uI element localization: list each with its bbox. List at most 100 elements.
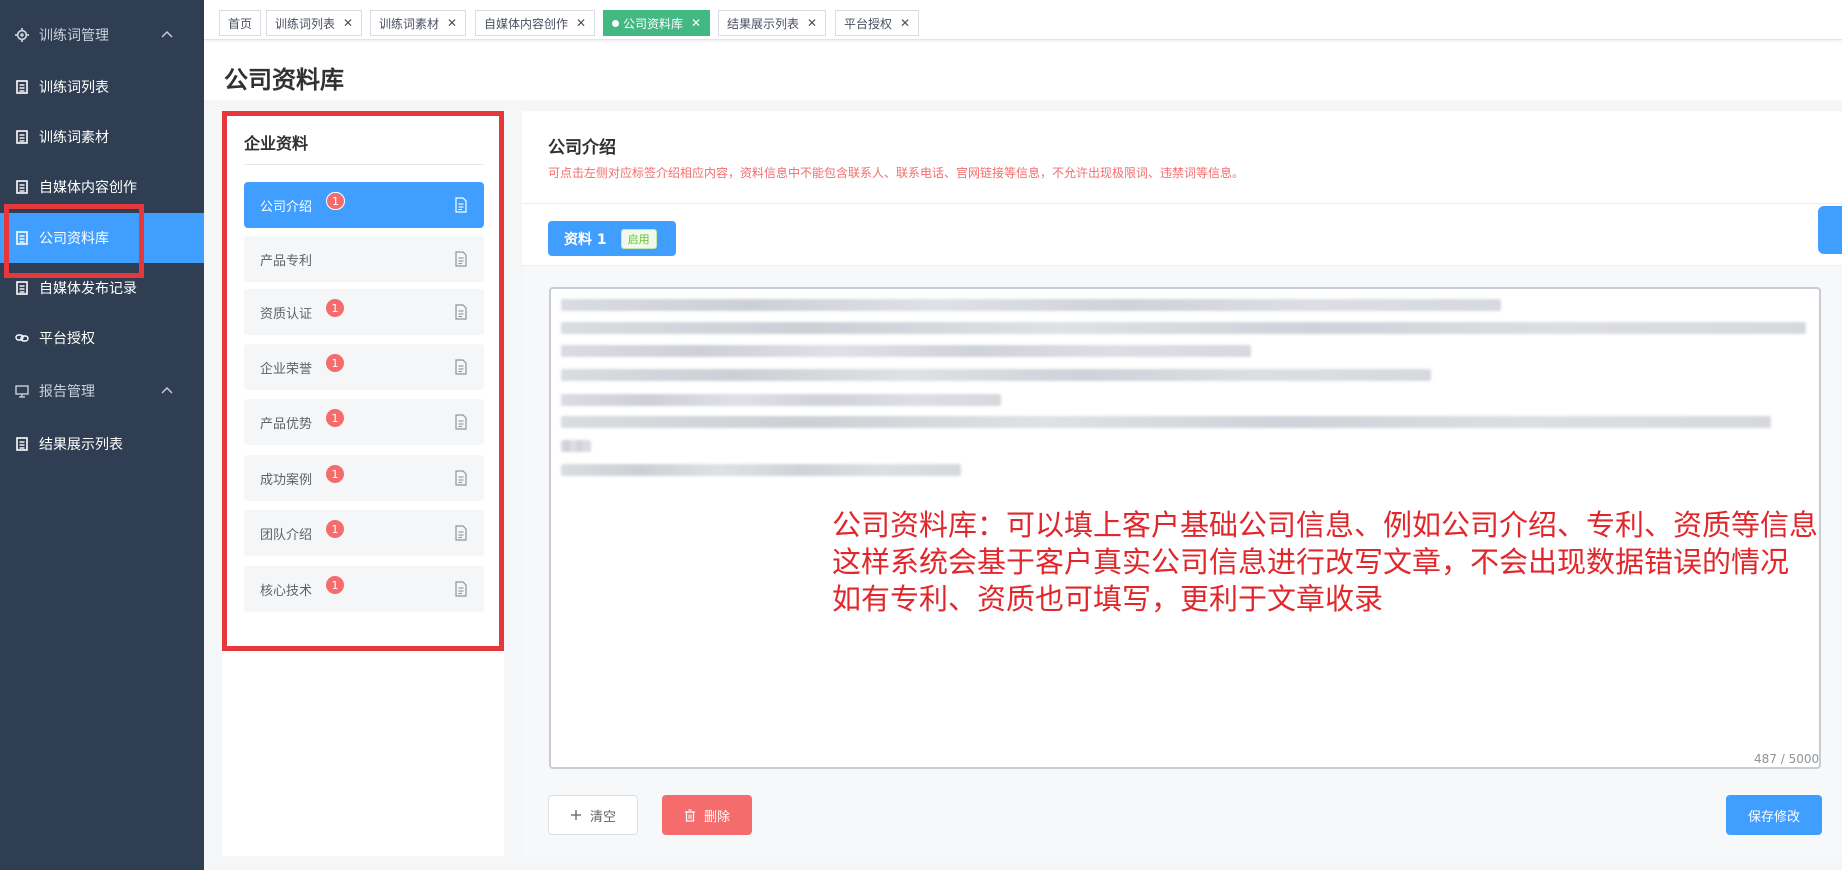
count-badge: 1 [326, 299, 345, 317]
category-label: 核心技术 [260, 583, 313, 599]
gear-icon [15, 28, 29, 42]
sidebar-item-platform-authorization[interactable]: 平台授权 [0, 313, 204, 363]
side-drawer-tab[interactable] [1818, 206, 1842, 254]
redacted-text-line [561, 394, 1001, 406]
sidebar-item-label: 结果展示列表 [39, 437, 123, 453]
category-item-core-tech[interactable]: 核心技术 1 [244, 566, 484, 612]
category-label: 公司介绍 [260, 199, 313, 215]
status-badge: 启用 [620, 228, 657, 249]
clear-button-label: 清空 [589, 809, 616, 825]
tag-label: 首页 [228, 16, 253, 31]
save-button[interactable]: 保存修改 [1726, 795, 1822, 835]
tag-label: 训练词素材 [379, 16, 440, 31]
document-icon [454, 525, 468, 541]
tag-media-content-creation[interactable]: 自媒体内容创作 ✕ [475, 10, 596, 36]
close-icon[interactable]: ✕ [807, 17, 817, 29]
count-badge: 1 [326, 192, 346, 210]
category-label: 企业荣誉 [260, 361, 313, 377]
sidebar-item-label: 训练词管理 [39, 28, 109, 44]
count-badge: 1 [326, 520, 345, 538]
sidebar-item-label: 自媒体发布记录 [39, 281, 137, 297]
close-icon[interactable]: ✕ [343, 17, 353, 29]
tag-result-list[interactable]: 结果展示列表 ✕ [718, 10, 827, 36]
sidebar-item-label: 平台授权 [39, 331, 95, 347]
tag-home[interactable]: 首页 [219, 10, 262, 36]
redacted-text-line [561, 369, 1431, 381]
category-label: 产品优势 [260, 416, 313, 432]
count-badge: 1 [326, 409, 345, 427]
category-label: 团队介绍 [260, 527, 313, 543]
document-icon [15, 130, 29, 144]
document-icon [15, 437, 29, 451]
resource-tab[interactable]: 资料 1 启用 [548, 221, 676, 256]
redacted-text-line [561, 345, 1251, 357]
tag-training-word-list[interactable]: 训练词列表 ✕ [266, 10, 363, 36]
redacted-text-line [561, 464, 961, 476]
category-item-team-intro[interactable]: 团队介绍 1 [244, 510, 484, 556]
close-icon[interactable]: ✕ [447, 17, 457, 29]
redacted-text-line [561, 440, 591, 452]
active-dot-icon [612, 19, 619, 27]
sidebar-item-label: 训练词列表 [39, 80, 109, 96]
divider [244, 164, 484, 165]
document-icon [454, 581, 468, 597]
annotation-line: 如有专利、资质也可填写，更利于文章收录 [832, 582, 1384, 616]
page-title: 公司资料库 [224, 66, 344, 94]
delete-button[interactable]: 删除 [662, 795, 752, 835]
document-icon [454, 470, 468, 486]
annotation-line: 公司资料库：可以填上客户基础公司信息、例如公司介绍、专利、资质等信息 [832, 508, 1819, 542]
document-icon [15, 80, 29, 94]
document-icon [454, 359, 468, 375]
category-label: 成功案例 [260, 472, 313, 488]
tag-label: 平台授权 [844, 16, 893, 31]
sidebar-item-training-word-management[interactable]: 训练词管理 [0, 10, 204, 60]
sidebar-item-result-list[interactable]: 结果展示列表 [0, 419, 204, 469]
sidebar-item-company-library[interactable]: 公司资料库 [0, 213, 204, 263]
sidebar-item-media-content-creation[interactable]: 自媒体内容创作 [0, 162, 204, 212]
chevron-up-icon [160, 384, 174, 398]
tag-label: 结果展示列表 [727, 16, 800, 31]
document-icon [454, 251, 468, 267]
save-button-label: 保存修改 [1747, 809, 1800, 825]
tag-platform-authorization[interactable]: 平台授权 ✕ [835, 10, 920, 36]
close-icon[interactable]: ✕ [576, 17, 586, 29]
category-item-success-cases[interactable]: 成功案例 1 [244, 455, 484, 501]
document-icon [15, 281, 29, 295]
tag-label: 训练词列表 [275, 16, 336, 31]
count-badge: 1 [326, 465, 345, 483]
char-count: 487 / 5000 [1754, 752, 1820, 766]
close-icon[interactable]: ✕ [900, 17, 910, 29]
clear-button[interactable]: 清空 [548, 795, 638, 835]
plus-icon [570, 809, 582, 821]
tag-label: 公司资料库 [623, 16, 684, 31]
annotation-line: 这样系统会基于客户真实公司信息进行改写文章，不会出现数据错误的情况 [832, 545, 1790, 579]
sidebar-item-report-management[interactable]: 报告管理 [0, 366, 204, 416]
tag-company-library[interactable]: 公司资料库 ✕ [603, 10, 711, 36]
redacted-text-line [561, 299, 1501, 311]
link-icon [15, 331, 29, 345]
category-item-company-intro[interactable]: 公司介绍 1 [244, 182, 484, 228]
sidebar-item-media-publish-records[interactable]: 自媒体发布记录 [0, 263, 204, 313]
sidebar-item-training-word-list[interactable]: 训练词列表 [0, 62, 204, 112]
tag-training-word-material[interactable]: 训练词素材 ✕ [370, 10, 467, 36]
redacted-text-line [561, 416, 1771, 428]
chevron-up-icon [160, 28, 174, 42]
close-icon[interactable]: ✕ [691, 17, 701, 29]
delete-button-label: 删除 [703, 809, 730, 825]
sidebar-item-label: 训练词素材 [39, 130, 109, 146]
document-icon [454, 197, 468, 213]
category-item-qualification[interactable]: 资质认证 1 [244, 289, 484, 335]
annotation-text: 公司资料库：可以填上客户基础公司信息、例如公司介绍、专利、资质等信息 这样系统会… [832, 507, 1822, 618]
category-item-honors[interactable]: 企业荣誉 1 [244, 344, 484, 390]
category-item-product-patent[interactable]: 产品专利 [244, 236, 484, 282]
tag-label: 自媒体内容创作 [484, 16, 569, 31]
trash-icon [684, 808, 696, 822]
redacted-text-line [561, 322, 1806, 334]
category-item-product-advantage[interactable]: 产品优势 1 [244, 399, 484, 445]
sidebar-item-training-word-material[interactable]: 训练词素材 [0, 112, 204, 162]
document-icon [454, 304, 468, 320]
sidebar-item-label: 自媒体内容创作 [39, 180, 137, 196]
resource-tab-label: 资料 1 [564, 231, 607, 248]
content-panel-title: 公司介绍 [548, 138, 616, 158]
sidebar-item-label: 报告管理 [39, 384, 95, 400]
